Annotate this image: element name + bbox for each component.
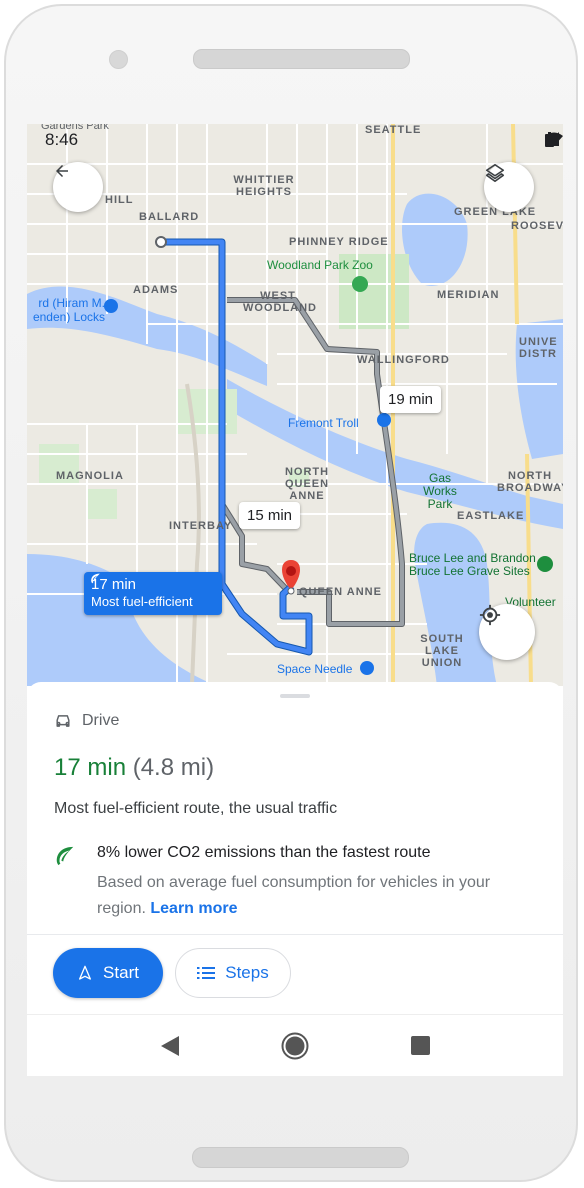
steps-button[interactable]: Steps xyxy=(175,948,291,998)
eco-leaf-icon xyxy=(56,846,74,866)
needle-marker xyxy=(360,661,374,675)
list-icon xyxy=(197,967,216,979)
layers-button[interactable] xyxy=(484,162,534,212)
eta-distance: (4.8 mi) xyxy=(132,754,215,781)
route-description: Most fuel-efficient route, the usual tra… xyxy=(54,800,338,817)
label-whittier-heights: WHITTIER HEIGHTS xyxy=(233,174,295,198)
label-ballard: BALLARD xyxy=(139,211,200,223)
route-callout-selected[interactable]: 17 min Most fuel-efficient xyxy=(84,572,222,615)
eco-leaf-icon xyxy=(91,573,100,584)
android-nav-bar xyxy=(27,1014,563,1076)
arrow-back-icon xyxy=(56,165,68,177)
map-view[interactable]: 8:46 SEATTLE WHITTIER HEIGHTS HILL BALLA… xyxy=(27,124,563,686)
my-location-button[interactable] xyxy=(479,604,535,660)
troll-marker xyxy=(377,413,391,427)
label-queen-anne: QUEEN ANNE xyxy=(299,586,382,598)
navigation-arrow-icon xyxy=(79,965,92,980)
label-north-broadway: NORTH BROADWAY xyxy=(497,470,563,494)
poi-gardens-park: Gardens Park xyxy=(41,124,109,132)
poi-space-needle: Space Needle xyxy=(277,662,353,676)
poi-bruce-lee-grave: Bruce Lee and Brandon Bruce Lee Grave Si… xyxy=(409,551,536,578)
eta-time: 17 min xyxy=(54,754,127,781)
park-3 xyxy=(87,489,117,519)
label-university-district: UNIVE DISTR xyxy=(519,336,558,360)
sheet-drag-handle[interactable] xyxy=(280,694,310,698)
route-callout-19min[interactable]: 19 min xyxy=(380,386,442,413)
phone-screen: 8:46 SEATTLE WHITTIER HEIGHTS HILL BALLA… xyxy=(27,124,563,1076)
label-wallingford: WALLINGFORD xyxy=(357,354,450,366)
poi-fremont-troll: Fremont Troll xyxy=(288,416,359,430)
route-callout-15min-time: 15 min xyxy=(247,507,293,524)
start-button-label: Start xyxy=(103,963,139,982)
earpiece-speaker xyxy=(193,49,410,69)
zoo-marker xyxy=(352,276,368,292)
label-hill: HILL xyxy=(105,194,134,206)
steps-button-label: Steps xyxy=(225,963,269,982)
route-bottom-sheet[interactable]: Drive 17 min (4.8 mi) Most fuel-efficien… xyxy=(27,682,563,1076)
nav-home-icon[interactable] xyxy=(281,1032,309,1060)
eco-explanation: Based on average fuel consumption for ve… xyxy=(97,870,527,922)
poi-locks: rd (Hiram M. enden) Locks xyxy=(32,296,105,324)
nav-recents-icon[interactable] xyxy=(411,1036,430,1055)
travel-mode-label: Drive xyxy=(82,712,120,729)
grave-marker xyxy=(537,556,553,572)
route-callout-15min[interactable]: 15 min xyxy=(239,502,301,529)
locks-marker xyxy=(104,299,118,313)
label-eastlake: EASTLAKE xyxy=(457,510,525,522)
poi-gas-works-park: Gas Works Park xyxy=(423,471,457,511)
bottom-speaker xyxy=(192,1147,409,1168)
my-location-icon xyxy=(479,604,501,626)
layers-icon xyxy=(485,163,505,183)
label-magnolia: MAGNOLIA xyxy=(56,470,124,482)
label-north-queen-anne: NORTH QUEEN ANNE xyxy=(284,466,330,502)
travel-mode: Drive xyxy=(54,712,119,730)
label-meridian: MERIDIAN xyxy=(437,289,500,301)
front-camera xyxy=(109,50,128,69)
label-interbay: INTERBAY xyxy=(169,520,233,532)
battery-icon xyxy=(545,132,554,147)
poi-woodland-park-zoo: Woodland Park Zoo xyxy=(267,258,373,272)
label-south-lake-union: SOUTH LAKE UNION xyxy=(420,633,464,669)
label-adams: ADAMS xyxy=(133,284,179,296)
route-callout-19min-time: 19 min xyxy=(388,391,434,408)
start-button[interactable]: Start xyxy=(53,948,163,998)
label-seattle: SEATTLE xyxy=(365,124,422,136)
car-icon xyxy=(56,715,70,727)
status-time: 8:46 xyxy=(45,130,79,149)
selected-route-label: Most fuel-efficient xyxy=(91,594,193,609)
label-roosevelt: ROOSEV xyxy=(511,220,563,232)
eco-savings-text: 8% lower CO2 emissions than the fastest … xyxy=(97,844,431,861)
label-phinney-ridge: PHINNEY RIDGE xyxy=(289,236,389,248)
learn-more-link[interactable]: Learn more xyxy=(150,900,237,917)
route-origin xyxy=(155,236,167,248)
route-eta: 17 min (4.8 mi) xyxy=(54,754,214,782)
label-west-woodland: WEST WOODLAND xyxy=(243,290,317,314)
nav-back-icon[interactable] xyxy=(161,1036,179,1056)
back-button[interactable] xyxy=(53,162,103,212)
divider xyxy=(27,934,563,935)
